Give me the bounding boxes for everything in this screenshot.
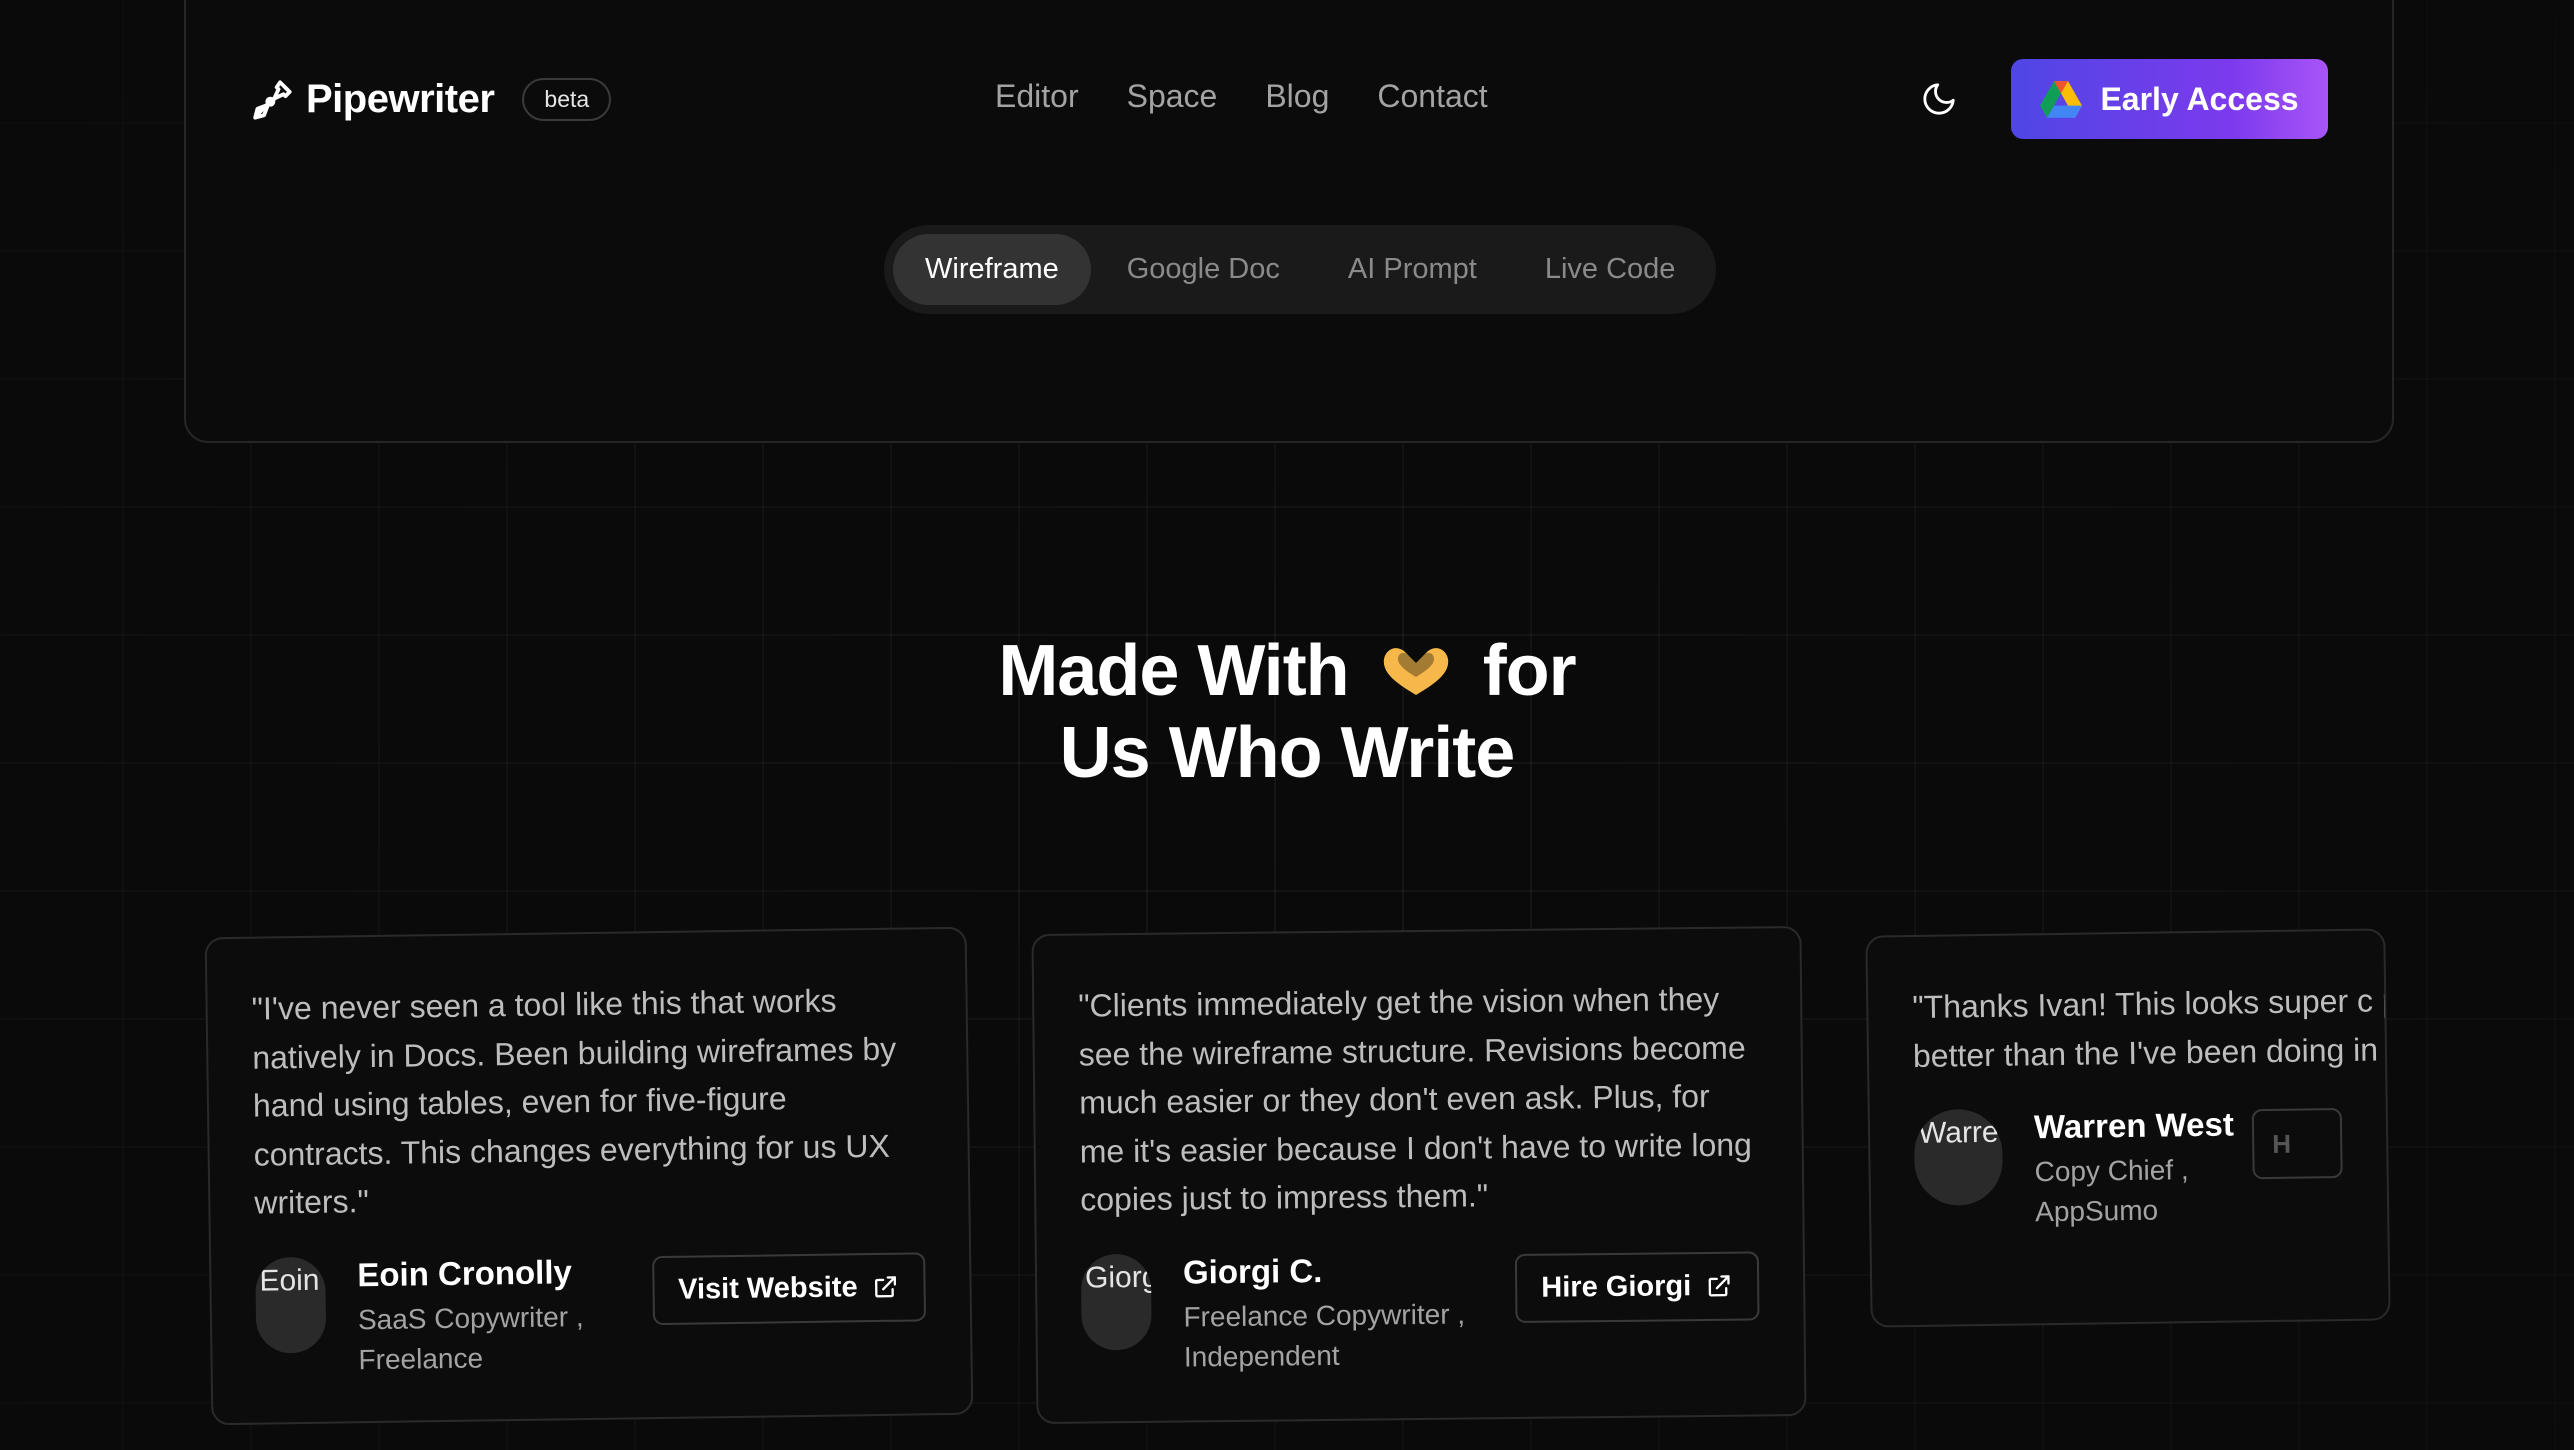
google-drive-icon <box>2040 80 2083 118</box>
author-meta: Giorgi C. Freelance Copywriter , Indepen… <box>1183 1249 1516 1376</box>
hire-button-label: H <box>2272 1128 2292 1159</box>
author-meta: Eoin Cronolly SaaS Copywriter , Freelanc… <box>357 1252 653 1380</box>
hire-giorgi-button[interactable]: Hire Giorgi <box>1514 1250 1760 1323</box>
testimonial-quote: "I've never seen a tool like this that w… <box>251 982 897 1221</box>
early-access-label: Early Access <box>2100 80 2299 117</box>
testimonial-card: "I've never seen a tool like this that w… <box>204 926 974 1426</box>
nav-link-space[interactable]: Space <box>1127 78 1218 115</box>
author-meta: Warren West Copy Chief , AppSumo <box>2034 1105 2254 1232</box>
author-company: Independent <box>1183 1339 1340 1372</box>
heart-hands-icon <box>1378 636 1454 696</box>
nav-link-editor[interactable]: Editor <box>995 78 1079 115</box>
brand-logo[interactable]: Pipewriter beta <box>250 76 612 122</box>
testimonial-quote: "Clients immediately get the vision when… <box>1078 980 1753 1218</box>
avatar: Warren West <box>1913 1108 2004 1206</box>
author-title: SaaS Copywriter , <box>357 1300 584 1335</box>
tab-live-code[interactable]: Live Code <box>1513 234 1708 305</box>
visit-website-button[interactable]: Visit Website <box>651 1251 927 1325</box>
author-name: Warren West <box>2033 1105 2235 1146</box>
external-link-icon <box>1708 1275 1730 1297</box>
author-company: Freelance <box>358 1341 484 1375</box>
avatar: Eoin Cronolly <box>255 1256 327 1354</box>
format-tabs: Wireframe Google Doc AI Prompt Live Code <box>884 225 1717 314</box>
hire-giorgi-label: Hire Giorgi <box>1541 1269 1692 1304</box>
moon-icon <box>1923 83 1955 115</box>
headline-line1-end: for <box>1482 631 1577 711</box>
external-link-icon <box>874 1276 897 1298</box>
author-company: AppSumo <box>2034 1194 2159 1228</box>
tab-ai-prompt[interactable]: AI Prompt <box>1316 234 1509 305</box>
author-name: Eoin Cronolly <box>357 1252 573 1293</box>
author-title: Copy Chief , <box>2034 1154 2189 1188</box>
headline-line1-start: Made With <box>998 631 1349 711</box>
tab-wireframe[interactable]: Wireframe <box>893 234 1091 305</box>
author-role: Copy Chief , AppSumo <box>2034 1149 2253 1232</box>
testimonial-card: "Thanks Ivan! This looks super c probabl… <box>1865 928 2391 1328</box>
visit-website-label: Visit Website <box>677 1270 858 1306</box>
early-access-button[interactable]: Early Access <box>2011 59 2328 139</box>
author-row: Giorgi C. Giorgi C. Freelance Copywriter… <box>1080 1247 1760 1378</box>
author-role: Freelance Copywriter , Independent <box>1183 1293 1516 1376</box>
author-row: Eoin Cronolly Eoin Cronolly SaaS Copywri… <box>255 1248 927 1381</box>
author-name: Giorgi C. <box>1182 1251 1323 1290</box>
beta-badge: beta <box>522 77 612 121</box>
tab-google-doc[interactable]: Google Doc <box>1095 234 1312 305</box>
avatar: Giorgi C. <box>1080 1253 1152 1351</box>
author-row: Warren West Warren West Copy Chief , App… <box>1913 1104 2344 1234</box>
nav-link-blog[interactable]: Blog <box>1265 78 1329 115</box>
headline-line2: Us Who Write <box>1059 713 1516 793</box>
testimonial-quote: "Thanks Ivan! This looks super c probabl… <box>1912 979 2391 1074</box>
page: Pipewriter beta Editor Space Blog Contac… <box>0 0 2574 1450</box>
pen-nib-icon <box>250 76 296 122</box>
author-role: SaaS Copywriter , Freelance <box>358 1296 654 1380</box>
brand-name: Pipewriter <box>306 76 495 121</box>
theme-toggle-button[interactable] <box>1920 80 1958 118</box>
nav-link-contact[interactable]: Contact <box>1377 78 1487 115</box>
section-headline: Made With for Us Who Write <box>0 630 2574 794</box>
hire-button[interactable]: H <box>2251 1108 2343 1180</box>
testimonial-card: "Clients immediately get the vision when… <box>1031 925 1807 1425</box>
main-nav: Editor Space Blog Contact <box>995 78 1488 115</box>
author-title: Freelance Copywriter , <box>1183 1298 1466 1332</box>
